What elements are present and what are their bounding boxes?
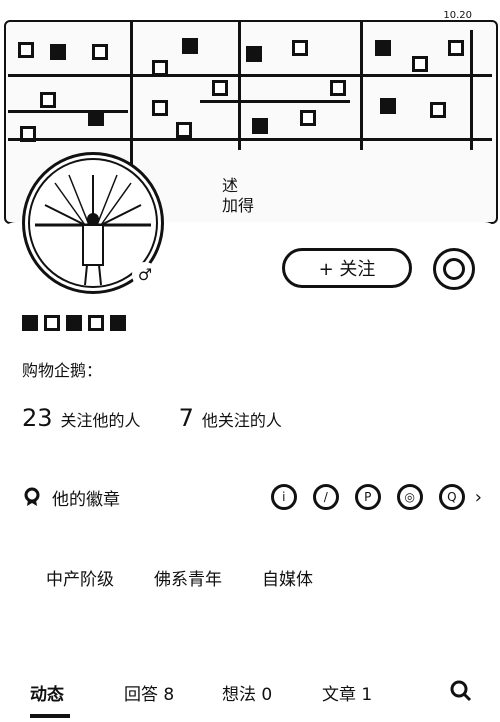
follow-button[interactable]: + 关注 bbox=[282, 248, 412, 288]
search-icon[interactable] bbox=[450, 680, 472, 702]
tag-item[interactable]: 中产阶级 bbox=[46, 565, 114, 590]
username bbox=[22, 312, 126, 334]
chevron-right-icon: › bbox=[474, 486, 482, 508]
profile-tabs: 动态 回答 8 想法 0 文章 1 bbox=[0, 672, 500, 722]
badges-row[interactable]: 他的徽章 i / P ◎ Q › bbox=[22, 480, 482, 514]
gender-male-icon: ♂ bbox=[132, 262, 158, 288]
badge-2-icon: / bbox=[312, 484, 339, 510]
username-block bbox=[110, 315, 126, 331]
cover-sign-line: 述 加得 bbox=[222, 176, 255, 215]
followers-count[interactable]: 23 bbox=[22, 404, 53, 432]
badge-4-icon: ◎ bbox=[396, 484, 423, 510]
tab-articles[interactable]: 文章 1 bbox=[322, 680, 372, 705]
followers-label[interactable]: 关注他的人 bbox=[61, 407, 141, 431]
bio-text: 购物企鹅： bbox=[22, 361, 103, 380]
badges-title: 他的徽章 bbox=[52, 489, 120, 510]
following-label[interactable]: 他关注的人 bbox=[202, 407, 282, 431]
time-label: 10.20 bbox=[443, 10, 472, 21]
more-icon bbox=[443, 258, 465, 280]
username-block bbox=[22, 315, 38, 331]
badge-1-icon: i bbox=[270, 484, 297, 510]
username-block bbox=[66, 315, 82, 331]
username-block bbox=[88, 315, 104, 331]
tag-list: 中产阶级 佛系青年 自媒体 bbox=[46, 565, 313, 590]
tab-answers[interactable]: 回答 8 bbox=[124, 680, 174, 705]
cover-sign-text: 述 加得 bbox=[222, 176, 254, 216]
tab-thoughts[interactable]: 想法 0 bbox=[222, 680, 272, 705]
badge-5-icon: Q bbox=[438, 484, 465, 510]
active-tab-indicator bbox=[30, 714, 70, 718]
more-button[interactable] bbox=[433, 248, 475, 290]
tag-item[interactable]: 佛系青年 bbox=[154, 565, 222, 590]
badge-list: i / P ◎ Q bbox=[270, 484, 465, 510]
follow-stats: 23 关注他的人 7 他关注的人 bbox=[22, 404, 282, 432]
tab-activity[interactable]: 动态 bbox=[30, 680, 64, 705]
profile-sheet bbox=[0, 222, 500, 722]
username-block bbox=[44, 315, 60, 331]
tag-item[interactable]: 自媒体 bbox=[262, 565, 313, 590]
following-count[interactable]: 7 bbox=[179, 404, 194, 432]
follow-button-label: + 关注 bbox=[318, 259, 376, 280]
badge-ribbon-icon bbox=[24, 487, 40, 506]
badge-3-icon: P bbox=[354, 484, 381, 510]
